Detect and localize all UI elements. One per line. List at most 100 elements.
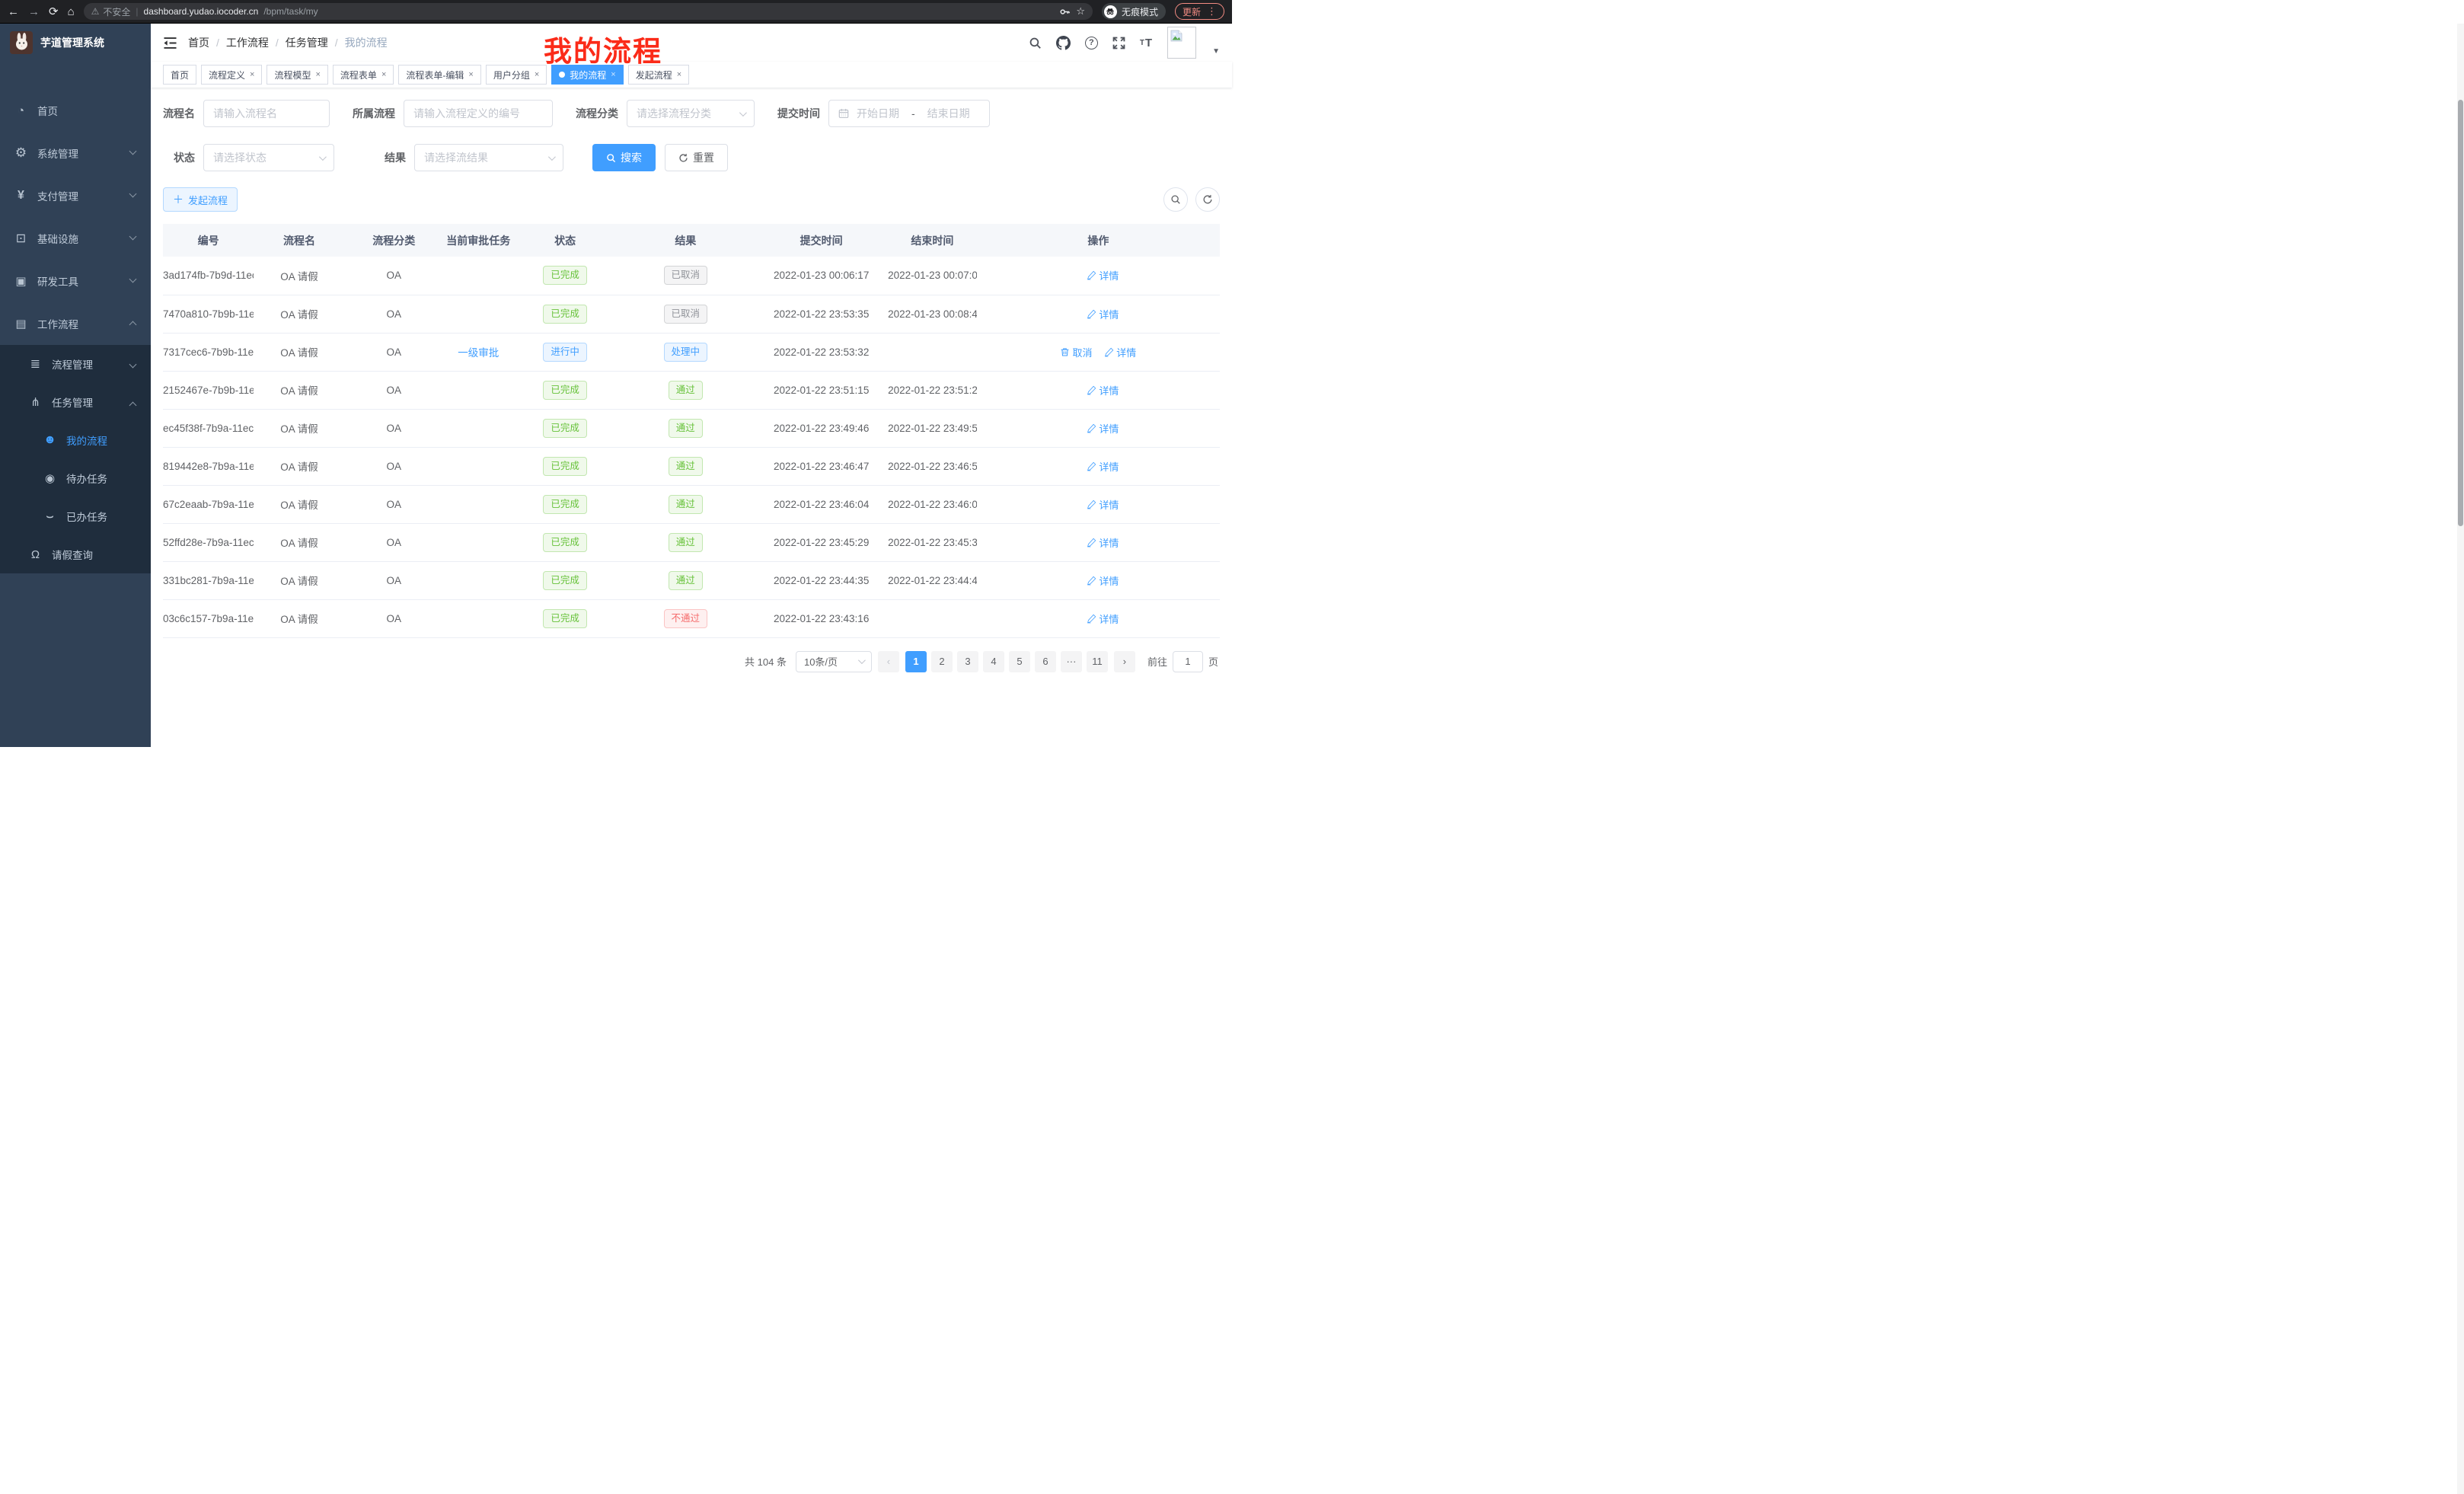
tab-close-icon[interactable]: × bbox=[535, 70, 539, 79]
sidebar-item-infrastructure[interactable]: 基础设施 bbox=[0, 217, 151, 260]
tab-user-group[interactable]: 用户分组 × bbox=[486, 65, 547, 85]
fullscreen-icon[interactable] bbox=[1112, 37, 1125, 49]
tab-form-edit[interactable]: 流程表单-编辑 × bbox=[398, 65, 480, 85]
status-select[interactable]: 请选择状态 bbox=[203, 144, 334, 171]
breadcrumb-workflow[interactable]: 工作流程 bbox=[226, 35, 269, 50]
cell-result: 通过 bbox=[616, 409, 755, 447]
detail-button[interactable]: 详情 bbox=[1087, 307, 1119, 321]
page-button[interactable]: ··· bbox=[1061, 651, 1082, 672]
sidebar-item-todo-tasks[interactable]: 待办任务 bbox=[0, 459, 151, 497]
current-task-link[interactable]: 一级审批 bbox=[458, 347, 499, 359]
submit-time-range-picker[interactable]: 开始日期 - 结束日期 bbox=[828, 100, 990, 127]
sidebar-item-task-mgmt[interactable]: 任务管理 bbox=[0, 383, 151, 421]
process-category-select[interactable]: 请选择流程分类 bbox=[627, 100, 755, 127]
search-button[interactable]: 搜索 bbox=[592, 144, 656, 171]
detail-button[interactable]: 详情 bbox=[1087, 611, 1119, 626]
tab-close-icon[interactable]: × bbox=[677, 70, 681, 79]
tab-close-icon[interactable]: × bbox=[315, 70, 320, 79]
detail-button[interactable]: 详情 bbox=[1087, 535, 1119, 550]
tab-close-icon[interactable]: × bbox=[381, 70, 386, 79]
key-icon[interactable] bbox=[1059, 6, 1071, 18]
refresh-button[interactable] bbox=[1195, 187, 1220, 212]
scrollbar[interactable] bbox=[2457, 24, 2464, 1494]
cancel-button[interactable]: 取消 bbox=[1060, 345, 1092, 359]
sidebar: 芋道管理系统 首页 系统管理 支付管理 bbox=[0, 24, 151, 747]
scrollbar-thumb[interactable] bbox=[2458, 100, 2463, 526]
tab-process-def[interactable]: 流程定义 × bbox=[201, 65, 262, 85]
bookmark-star-icon[interactable]: ☆ bbox=[1076, 5, 1085, 18]
search-icon[interactable] bbox=[1029, 37, 1042, 49]
show-search-toggle-button[interactable] bbox=[1163, 187, 1188, 212]
sidebar-collapse-icon[interactable] bbox=[163, 37, 177, 49]
page-button[interactable]: 5 bbox=[1009, 651, 1030, 672]
avatar-caret-icon[interactable]: ▼ bbox=[1212, 47, 1220, 59]
tab-close-icon[interactable]: × bbox=[468, 70, 473, 79]
forward-icon[interactable]: → bbox=[28, 6, 40, 18]
browser-menu-icon[interactable]: ⋮ bbox=[1207, 5, 1217, 18]
breadcrumb-task-mgmt[interactable]: 任务管理 bbox=[286, 35, 328, 50]
page-button[interactable]: 2 bbox=[931, 651, 953, 672]
page-button[interactable]: 6 bbox=[1035, 651, 1056, 672]
sidebar-item-home[interactable]: 首页 bbox=[0, 89, 151, 132]
tag-view-tabs: 首页 × 流程定义 × 流程模型 × 流程表单 bbox=[151, 62, 1232, 88]
cell-process-name: OA 请假 bbox=[254, 333, 344, 371]
sidebar-menu: 首页 系统管理 支付管理 基础设施 bbox=[0, 89, 151, 573]
sidebar-item-workflow[interactable]: 工作流程 bbox=[0, 302, 151, 345]
total-count: 共 104 条 bbox=[745, 654, 787, 669]
process-definition-input[interactable]: 请输入流程定义的编号 bbox=[404, 100, 553, 127]
detail-button[interactable]: 详情 bbox=[1087, 268, 1119, 283]
help-icon[interactable]: ? bbox=[1085, 37, 1098, 49]
page-button[interactable]: 3 bbox=[957, 651, 978, 672]
tab-close-icon[interactable]: × bbox=[611, 70, 615, 79]
tab-process-form[interactable]: 流程表单 × bbox=[333, 65, 394, 85]
start-process-button[interactable]: ＋ 发起流程 bbox=[163, 187, 238, 212]
page-button[interactable]: 4 bbox=[983, 651, 1004, 672]
detail-button[interactable]: 详情 bbox=[1087, 573, 1119, 588]
sidebar-item-process-mgmt[interactable]: 流程管理 bbox=[0, 345, 151, 383]
tab-my-process[interactable]: 我的流程 × bbox=[551, 65, 623, 85]
sidebar-item-dev-tools[interactable]: 研发工具 bbox=[0, 260, 151, 302]
sidebar-item-leave-query[interactable]: 请假查询 bbox=[0, 535, 151, 573]
cell-result: 通过 bbox=[616, 561, 755, 599]
github-icon[interactable] bbox=[1056, 36, 1071, 50]
app-logo-row[interactable]: 芋道管理系统 bbox=[0, 24, 151, 62]
home-icon[interactable]: ⌂ bbox=[68, 6, 75, 18]
sidebar-item-done-tasks[interactable]: 已办任务 bbox=[0, 497, 151, 535]
cell-submit-time: 2022-01-22 23:46:04 bbox=[755, 485, 888, 523]
tab-start-process[interactable]: 发起流程 × bbox=[628, 65, 689, 85]
tab-home[interactable]: 首页 × bbox=[163, 65, 196, 85]
font-size-icon[interactable]: TT bbox=[1140, 37, 1153, 49]
detail-button[interactable]: 详情 bbox=[1087, 421, 1119, 436]
sidebar-item-my-process[interactable]: 我的流程 bbox=[0, 421, 151, 459]
breadcrumb: 首页 / 工作流程 / 任务管理 / 我的流程 bbox=[188, 35, 388, 50]
detail-button[interactable]: 详情 bbox=[1104, 345, 1136, 359]
next-page-button[interactable]: › bbox=[1114, 651, 1135, 672]
sidebar-item-payment[interactable]: 支付管理 bbox=[0, 174, 151, 217]
result-select[interactable]: 请选择流结果 bbox=[414, 144, 563, 171]
cell-category: OA bbox=[345, 371, 443, 409]
address-bar[interactable]: ⚠ 不安全 | dashboard.yudao.iocoder.cn/bpm/t… bbox=[84, 3, 1093, 20]
detail-button[interactable]: 详情 bbox=[1087, 459, 1119, 474]
detail-button[interactable]: 详情 bbox=[1087, 497, 1119, 512]
reset-button[interactable]: 重置 bbox=[665, 144, 728, 171]
breadcrumb-home[interactable]: 首页 bbox=[188, 35, 209, 50]
avatar[interactable] bbox=[1167, 27, 1196, 59]
back-icon[interactable]: ← bbox=[8, 6, 19, 18]
page-button[interactable]: 11 bbox=[1087, 651, 1108, 672]
browser-update-button[interactable]: 更新 ⋮ bbox=[1175, 3, 1224, 20]
goto-page-input[interactable]: 1 bbox=[1173, 651, 1203, 672]
prev-page-button[interactable]: ‹ bbox=[878, 651, 899, 672]
page-size-select[interactable]: 10条/页 bbox=[796, 651, 872, 672]
result-badge: 已取消 bbox=[664, 266, 708, 285]
page-button[interactable]: 1 bbox=[905, 651, 927, 672]
status-badge: 已完成 bbox=[543, 495, 587, 514]
sidebar-item-system[interactable]: 系统管理 bbox=[0, 132, 151, 174]
tab-close-icon[interactable]: × bbox=[250, 70, 254, 79]
reload-icon[interactable]: ⟳ bbox=[49, 6, 59, 18]
tab-process-model[interactable]: 流程模型 × bbox=[267, 65, 327, 85]
detail-button[interactable]: 详情 bbox=[1087, 383, 1119, 397]
process-name-input[interactable]: 请输入流程名 bbox=[203, 100, 330, 127]
result-badge: 通过 bbox=[669, 381, 703, 400]
cell-id: 03c6c157-7b9a-11ec-a290-acde48001122 bbox=[163, 599, 254, 637]
not-secure-warning[interactable]: ⚠ 不安全 bbox=[91, 5, 131, 18]
